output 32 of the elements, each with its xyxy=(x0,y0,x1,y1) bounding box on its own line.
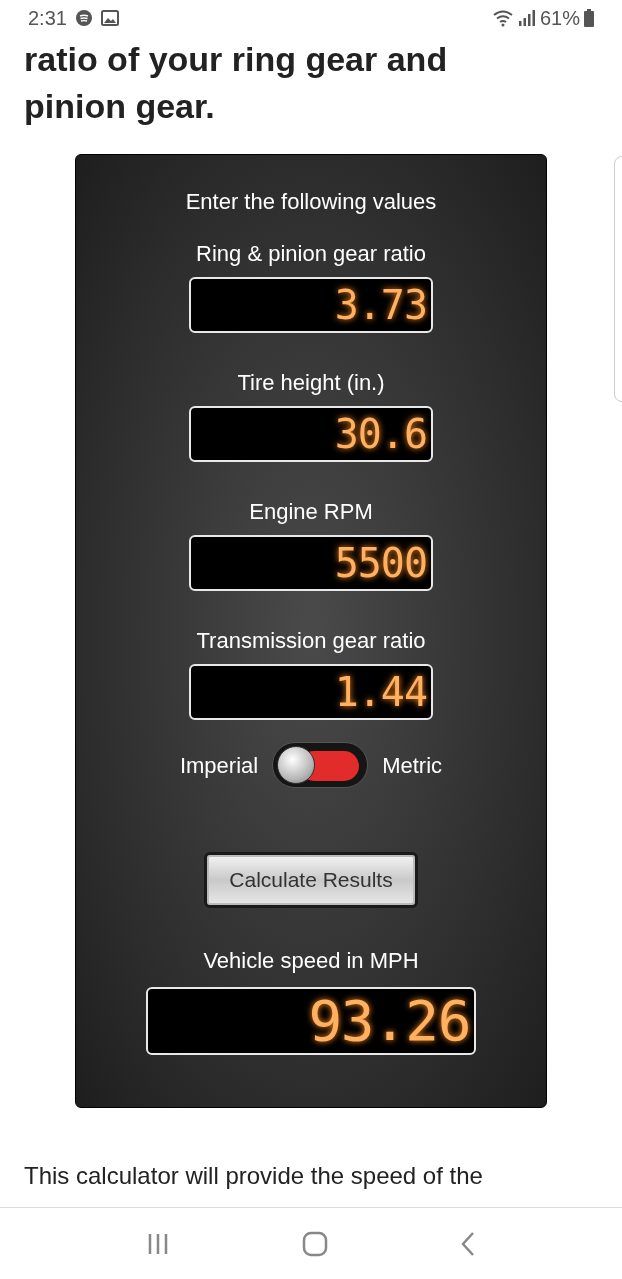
home-icon[interactable] xyxy=(302,1230,328,1257)
imperial-label: Imperial xyxy=(179,751,259,780)
wifi-icon xyxy=(491,9,514,27)
unit-toggle[interactable] xyxy=(272,742,369,788)
field-label: Tire height (in.) xyxy=(237,371,385,395)
field-label: Ring & pinion gear ratio xyxy=(196,242,426,266)
battery-icon xyxy=(584,9,594,27)
music-app-icon xyxy=(74,9,93,27)
status-time: 2:31 xyxy=(28,6,67,31)
back-icon[interactable] xyxy=(460,1230,476,1257)
description-paragraph: This calculator will provide the speed of the xyxy=(23,1161,484,1191)
display-value: 3.73 xyxy=(334,285,427,325)
calculate-button[interactable]: Calculate Results xyxy=(204,852,418,908)
field-label: Transmission gear ratio xyxy=(196,629,426,653)
field-label: Engine RPM xyxy=(249,500,373,524)
display-field[interactable]: 1.44 xyxy=(189,664,433,720)
display-value: 30.6 xyxy=(334,414,427,454)
battery-percent: 61% xyxy=(539,6,580,31)
heading: ratio of your ring gear and pinion gear. xyxy=(23,39,449,127)
result-label: Vehicle speed in MPH xyxy=(203,947,419,975)
display-field[interactable]: 3.73 xyxy=(189,277,433,333)
signal-icon xyxy=(517,9,536,27)
image-icon xyxy=(100,10,119,26)
recent-apps-icon[interactable] xyxy=(146,1231,170,1256)
display-value: 5500 xyxy=(334,543,427,583)
display-value: 1.44 xyxy=(334,672,427,712)
display-field[interactable]: 93.26 xyxy=(146,987,476,1055)
display-field[interactable]: 30.6 xyxy=(189,406,433,462)
display-value: 93.26 xyxy=(308,993,470,1049)
panel-title: Enter the following values xyxy=(185,188,437,216)
metric-label: Metric xyxy=(382,751,443,780)
display-field[interactable]: 5500 xyxy=(189,535,433,591)
